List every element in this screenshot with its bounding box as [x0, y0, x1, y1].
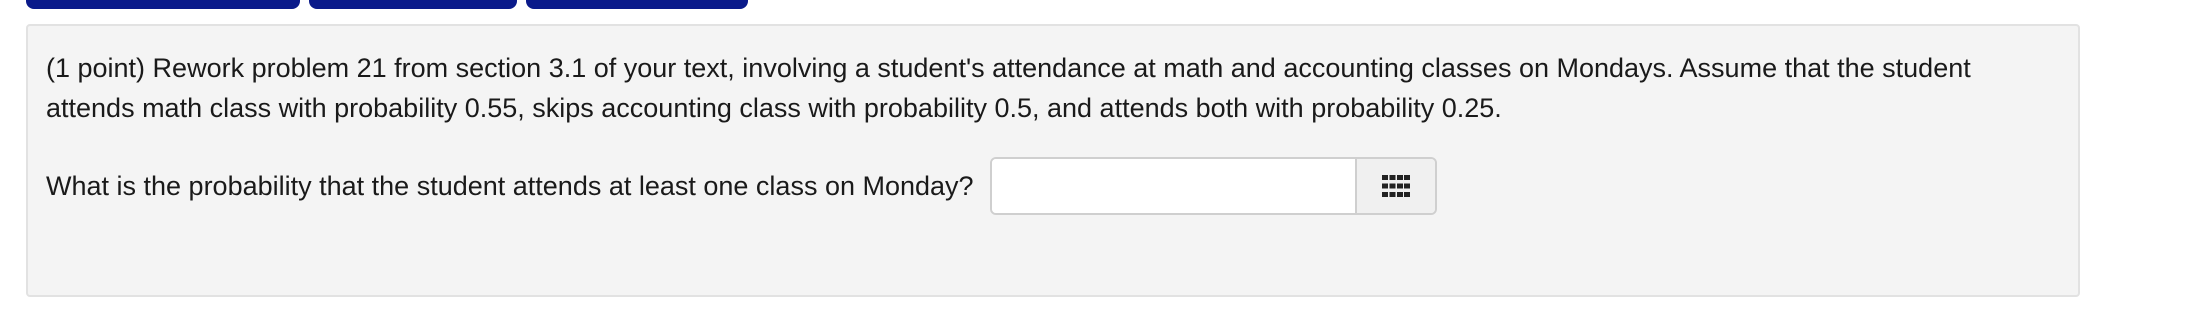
problem-statement: (1 point) Rework problem 21 from section… [46, 53, 1971, 123]
keypad-button[interactable] [1354, 159, 1435, 213]
answer-field-group [989, 157, 1437, 215]
top-tab-bar [26, 0, 748, 9]
question-text: What is the probability that the student… [46, 171, 974, 201]
problem-box: (1 point) Rework problem 21 from section… [26, 24, 2080, 297]
top-tab-3[interactable] [526, 0, 748, 9]
top-tab-2[interactable] [309, 0, 517, 9]
answer-input[interactable] [991, 159, 1355, 213]
keypad-grid-icon [1381, 175, 1410, 197]
question-row: What is the probability that the student… [46, 157, 1437, 215]
top-tab-1[interactable] [26, 0, 300, 9]
